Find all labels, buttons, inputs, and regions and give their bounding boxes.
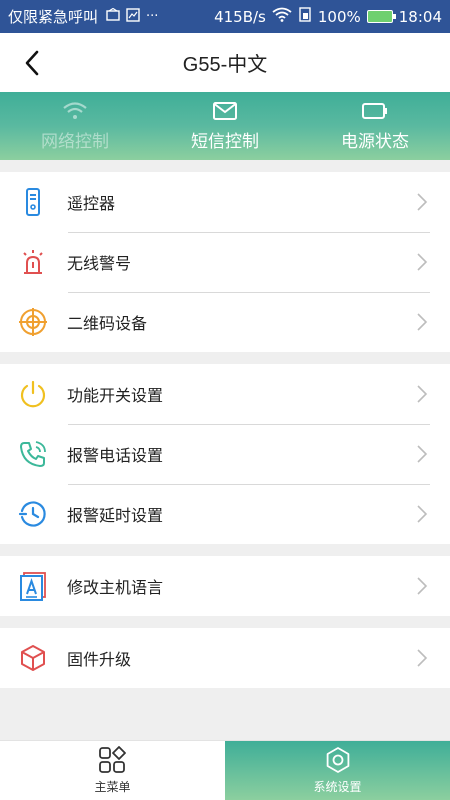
tab-network-control[interactable]: 网络控制 bbox=[0, 92, 150, 160]
menu-group-devices: 遥控器 无线警号 二维码设备 bbox=[0, 172, 450, 352]
menu-item-host-language[interactable]: 修改主机语言 bbox=[0, 556, 450, 616]
menu-item-label: 固件升级 bbox=[67, 650, 132, 669]
language-icon bbox=[17, 570, 49, 602]
status-icons: ··· bbox=[106, 7, 159, 26]
menu-group-firmware: 固件升级 bbox=[0, 628, 450, 688]
mail-icon bbox=[213, 101, 237, 120]
menu-item-remote-control[interactable]: 遥控器 bbox=[0, 172, 450, 232]
nav-label: 系统设置 bbox=[313, 780, 362, 794]
control-tabs: 网络控制 短信控制 电源状态 bbox=[0, 92, 450, 160]
menu-item-function-switch[interactable]: 功能开关设置 bbox=[0, 364, 450, 424]
wifi-icon bbox=[63, 101, 87, 119]
chevron-right-icon bbox=[417, 505, 428, 523]
menu-item-firmware-upgrade[interactable]: 固件升级 bbox=[0, 628, 450, 688]
image-icon bbox=[126, 7, 140, 26]
menu-item-label: 遥控器 bbox=[67, 194, 116, 213]
chevron-right-icon bbox=[417, 313, 428, 331]
chevron-right-icon bbox=[417, 253, 428, 271]
box-icon bbox=[17, 642, 49, 674]
power-icon bbox=[17, 378, 49, 410]
sim-icon bbox=[298, 7, 312, 26]
menu-item-label: 二维码设备 bbox=[67, 314, 148, 333]
chevron-right-icon bbox=[417, 649, 428, 667]
menu-item-label: 报警延时设置 bbox=[67, 506, 164, 525]
battery-percent: 100% bbox=[317, 7, 361, 26]
bottom-nav: 主菜单 系统设置 bbox=[0, 740, 450, 800]
menu-item-label: 报警电话设置 bbox=[67, 446, 164, 465]
wifi-status-icon bbox=[272, 7, 292, 26]
back-button[interactable] bbox=[12, 41, 52, 85]
network-speed: 415B/s bbox=[214, 7, 266, 26]
chevron-left-icon bbox=[25, 50, 39, 76]
tab-sms-control[interactable]: 短信控制 bbox=[150, 92, 300, 160]
tab-label: 电源状态 bbox=[341, 131, 409, 152]
carrier-text: 仅限紧急呼叫 bbox=[8, 8, 99, 26]
chevron-right-icon bbox=[417, 385, 428, 403]
menu-item-alarm-delay[interactable]: 报警延时设置 bbox=[0, 484, 450, 544]
menu-item-alarm-phone[interactable]: 报警电话设置 bbox=[0, 424, 450, 484]
title-bar: G55-中文 bbox=[0, 33, 450, 92]
grid-icon bbox=[98, 746, 126, 773]
menu-group-alarm-settings: 功能开关设置 报警电话设置 报警延时设置 bbox=[0, 364, 450, 544]
menu-item-label: 功能开关设置 bbox=[67, 386, 164, 405]
status-bar: 仅限紧急呼叫 ··· 415B/s 100% 18:04 bbox=[0, 0, 450, 33]
clock-icon bbox=[17, 498, 49, 530]
phone-icon bbox=[17, 438, 49, 470]
menu-item-label: 修改主机语言 bbox=[67, 578, 164, 597]
menu-item-wireless-siren[interactable]: 无线警号 bbox=[0, 232, 450, 292]
clock-time: 18:04 bbox=[398, 7, 442, 26]
menu-group-language: 修改主机语言 bbox=[0, 556, 450, 616]
nav-label: 主菜单 bbox=[94, 780, 131, 794]
settings-list: 遥控器 无线警号 二维码设备 功能开关设置 报警电话设置 报警延时设置 修改主机… bbox=[0, 160, 450, 740]
nav-main-menu[interactable]: 主菜单 bbox=[0, 741, 225, 800]
remote-control-icon bbox=[17, 186, 49, 218]
chevron-right-icon bbox=[417, 193, 428, 211]
page-title: G55-中文 bbox=[182, 54, 268, 76]
menu-item-qr-device[interactable]: 二维码设备 bbox=[0, 292, 450, 352]
notification-icon bbox=[106, 7, 120, 26]
settings-icon bbox=[326, 747, 349, 773]
siren-icon bbox=[17, 246, 49, 278]
more-notifications: ··· bbox=[146, 9, 159, 24]
tab-power-status[interactable]: 电源状态 bbox=[300, 92, 450, 160]
chevron-right-icon bbox=[417, 577, 428, 595]
nav-system-settings[interactable]: 系统设置 bbox=[225, 741, 450, 800]
menu-item-label: 无线警号 bbox=[67, 254, 132, 273]
chevron-right-icon bbox=[417, 445, 428, 463]
battery-status-icon bbox=[366, 10, 396, 23]
crosshair-icon bbox=[17, 306, 49, 338]
battery-icon bbox=[362, 102, 387, 119]
tab-label: 网络控制 bbox=[41, 131, 109, 152]
tab-label: 短信控制 bbox=[191, 131, 259, 152]
